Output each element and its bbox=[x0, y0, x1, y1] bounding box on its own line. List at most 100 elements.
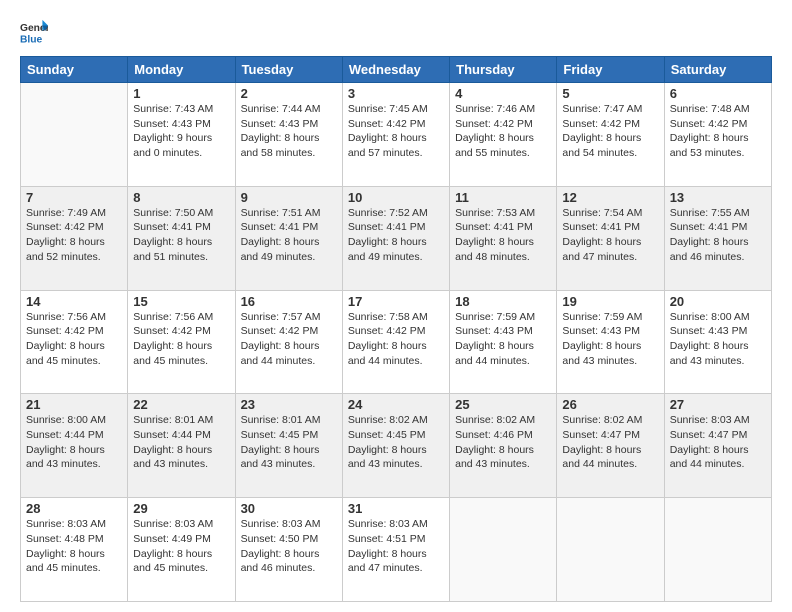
day-cell: 7Sunrise: 7:49 AM Sunset: 4:42 PM Daylig… bbox=[21, 186, 128, 290]
day-info: Sunrise: 7:59 AM Sunset: 4:43 PM Dayligh… bbox=[455, 310, 551, 369]
col-header-thursday: Thursday bbox=[450, 57, 557, 83]
day-info: Sunrise: 8:01 AM Sunset: 4:45 PM Dayligh… bbox=[241, 413, 337, 472]
day-cell: 17Sunrise: 7:58 AM Sunset: 4:42 PM Dayli… bbox=[342, 290, 449, 394]
day-cell: 28Sunrise: 8:03 AM Sunset: 4:48 PM Dayli… bbox=[21, 498, 128, 602]
day-number: 30 bbox=[241, 501, 337, 516]
col-header-friday: Friday bbox=[557, 57, 664, 83]
day-info: Sunrise: 7:54 AM Sunset: 4:41 PM Dayligh… bbox=[562, 206, 658, 265]
week-row-5: 28Sunrise: 8:03 AM Sunset: 4:48 PM Dayli… bbox=[21, 498, 772, 602]
day-cell: 21Sunrise: 8:00 AM Sunset: 4:44 PM Dayli… bbox=[21, 394, 128, 498]
day-cell: 31Sunrise: 8:03 AM Sunset: 4:51 PM Dayli… bbox=[342, 498, 449, 602]
day-cell bbox=[450, 498, 557, 602]
day-info: Sunrise: 8:03 AM Sunset: 4:51 PM Dayligh… bbox=[348, 517, 444, 576]
day-cell: 24Sunrise: 8:02 AM Sunset: 4:45 PM Dayli… bbox=[342, 394, 449, 498]
logo-icon: General Blue bbox=[20, 18, 48, 46]
day-info: Sunrise: 7:47 AM Sunset: 4:42 PM Dayligh… bbox=[562, 102, 658, 161]
day-info: Sunrise: 8:03 AM Sunset: 4:48 PM Dayligh… bbox=[26, 517, 122, 576]
day-cell bbox=[21, 83, 128, 187]
col-header-saturday: Saturday bbox=[664, 57, 771, 83]
day-number: 18 bbox=[455, 294, 551, 309]
header: General Blue bbox=[20, 18, 772, 46]
day-number: 3 bbox=[348, 86, 444, 101]
day-cell: 3Sunrise: 7:45 AM Sunset: 4:42 PM Daylig… bbox=[342, 83, 449, 187]
day-number: 4 bbox=[455, 86, 551, 101]
logo: General Blue bbox=[20, 18, 48, 46]
col-header-monday: Monday bbox=[128, 57, 235, 83]
col-header-wednesday: Wednesday bbox=[342, 57, 449, 83]
header-row: SundayMondayTuesdayWednesdayThursdayFrid… bbox=[21, 57, 772, 83]
day-info: Sunrise: 8:00 AM Sunset: 4:43 PM Dayligh… bbox=[670, 310, 766, 369]
day-number: 31 bbox=[348, 501, 444, 516]
day-info: Sunrise: 8:03 AM Sunset: 4:49 PM Dayligh… bbox=[133, 517, 229, 576]
day-cell: 16Sunrise: 7:57 AM Sunset: 4:42 PM Dayli… bbox=[235, 290, 342, 394]
day-cell: 29Sunrise: 8:03 AM Sunset: 4:49 PM Dayli… bbox=[128, 498, 235, 602]
day-number: 12 bbox=[562, 190, 658, 205]
day-cell: 1Sunrise: 7:43 AM Sunset: 4:43 PM Daylig… bbox=[128, 83, 235, 187]
day-number: 15 bbox=[133, 294, 229, 309]
day-info: Sunrise: 7:44 AM Sunset: 4:43 PM Dayligh… bbox=[241, 102, 337, 161]
day-cell bbox=[664, 498, 771, 602]
day-cell: 9Sunrise: 7:51 AM Sunset: 4:41 PM Daylig… bbox=[235, 186, 342, 290]
day-info: Sunrise: 7:56 AM Sunset: 4:42 PM Dayligh… bbox=[133, 310, 229, 369]
day-number: 17 bbox=[348, 294, 444, 309]
day-number: 6 bbox=[670, 86, 766, 101]
day-number: 9 bbox=[241, 190, 337, 205]
day-number: 28 bbox=[26, 501, 122, 516]
day-info: Sunrise: 7:43 AM Sunset: 4:43 PM Dayligh… bbox=[133, 102, 229, 161]
day-number: 2 bbox=[241, 86, 337, 101]
day-number: 27 bbox=[670, 397, 766, 412]
day-number: 16 bbox=[241, 294, 337, 309]
day-info: Sunrise: 8:01 AM Sunset: 4:44 PM Dayligh… bbox=[133, 413, 229, 472]
day-cell: 12Sunrise: 7:54 AM Sunset: 4:41 PM Dayli… bbox=[557, 186, 664, 290]
week-row-3: 14Sunrise: 7:56 AM Sunset: 4:42 PM Dayli… bbox=[21, 290, 772, 394]
day-cell: 23Sunrise: 8:01 AM Sunset: 4:45 PM Dayli… bbox=[235, 394, 342, 498]
day-cell: 25Sunrise: 8:02 AM Sunset: 4:46 PM Dayli… bbox=[450, 394, 557, 498]
day-number: 7 bbox=[26, 190, 122, 205]
day-cell: 30Sunrise: 8:03 AM Sunset: 4:50 PM Dayli… bbox=[235, 498, 342, 602]
day-number: 22 bbox=[133, 397, 229, 412]
day-number: 13 bbox=[670, 190, 766, 205]
week-row-2: 7Sunrise: 7:49 AM Sunset: 4:42 PM Daylig… bbox=[21, 186, 772, 290]
week-row-4: 21Sunrise: 8:00 AM Sunset: 4:44 PM Dayli… bbox=[21, 394, 772, 498]
day-info: Sunrise: 7:46 AM Sunset: 4:42 PM Dayligh… bbox=[455, 102, 551, 161]
day-info: Sunrise: 7:50 AM Sunset: 4:41 PM Dayligh… bbox=[133, 206, 229, 265]
calendar-page: General Blue SundayMondayTuesdayWednesda… bbox=[0, 0, 792, 612]
day-info: Sunrise: 8:02 AM Sunset: 4:45 PM Dayligh… bbox=[348, 413, 444, 472]
day-info: Sunrise: 7:56 AM Sunset: 4:42 PM Dayligh… bbox=[26, 310, 122, 369]
day-cell: 13Sunrise: 7:55 AM Sunset: 4:41 PM Dayli… bbox=[664, 186, 771, 290]
day-cell: 27Sunrise: 8:03 AM Sunset: 4:47 PM Dayli… bbox=[664, 394, 771, 498]
day-cell: 22Sunrise: 8:01 AM Sunset: 4:44 PM Dayli… bbox=[128, 394, 235, 498]
day-cell: 4Sunrise: 7:46 AM Sunset: 4:42 PM Daylig… bbox=[450, 83, 557, 187]
day-number: 20 bbox=[670, 294, 766, 309]
day-number: 25 bbox=[455, 397, 551, 412]
day-info: Sunrise: 8:02 AM Sunset: 4:47 PM Dayligh… bbox=[562, 413, 658, 472]
day-cell: 5Sunrise: 7:47 AM Sunset: 4:42 PM Daylig… bbox=[557, 83, 664, 187]
svg-text:Blue: Blue bbox=[20, 34, 43, 45]
day-info: Sunrise: 7:53 AM Sunset: 4:41 PM Dayligh… bbox=[455, 206, 551, 265]
day-number: 26 bbox=[562, 397, 658, 412]
week-row-1: 1Sunrise: 7:43 AM Sunset: 4:43 PM Daylig… bbox=[21, 83, 772, 187]
day-cell: 11Sunrise: 7:53 AM Sunset: 4:41 PM Dayli… bbox=[450, 186, 557, 290]
day-number: 23 bbox=[241, 397, 337, 412]
day-cell: 10Sunrise: 7:52 AM Sunset: 4:41 PM Dayli… bbox=[342, 186, 449, 290]
day-info: Sunrise: 7:59 AM Sunset: 4:43 PM Dayligh… bbox=[562, 310, 658, 369]
day-number: 8 bbox=[133, 190, 229, 205]
day-number: 11 bbox=[455, 190, 551, 205]
col-header-tuesday: Tuesday bbox=[235, 57, 342, 83]
day-info: Sunrise: 7:57 AM Sunset: 4:42 PM Dayligh… bbox=[241, 310, 337, 369]
day-number: 19 bbox=[562, 294, 658, 309]
day-cell: 2Sunrise: 7:44 AM Sunset: 4:43 PM Daylig… bbox=[235, 83, 342, 187]
day-info: Sunrise: 8:02 AM Sunset: 4:46 PM Dayligh… bbox=[455, 413, 551, 472]
day-cell: 15Sunrise: 7:56 AM Sunset: 4:42 PM Dayli… bbox=[128, 290, 235, 394]
day-info: Sunrise: 7:55 AM Sunset: 4:41 PM Dayligh… bbox=[670, 206, 766, 265]
day-info: Sunrise: 7:45 AM Sunset: 4:42 PM Dayligh… bbox=[348, 102, 444, 161]
day-cell: 8Sunrise: 7:50 AM Sunset: 4:41 PM Daylig… bbox=[128, 186, 235, 290]
day-info: Sunrise: 8:00 AM Sunset: 4:44 PM Dayligh… bbox=[26, 413, 122, 472]
day-cell: 20Sunrise: 8:00 AM Sunset: 4:43 PM Dayli… bbox=[664, 290, 771, 394]
day-info: Sunrise: 7:52 AM Sunset: 4:41 PM Dayligh… bbox=[348, 206, 444, 265]
day-number: 21 bbox=[26, 397, 122, 412]
day-number: 10 bbox=[348, 190, 444, 205]
day-info: Sunrise: 7:49 AM Sunset: 4:42 PM Dayligh… bbox=[26, 206, 122, 265]
day-cell: 6Sunrise: 7:48 AM Sunset: 4:42 PM Daylig… bbox=[664, 83, 771, 187]
day-cell: 14Sunrise: 7:56 AM Sunset: 4:42 PM Dayli… bbox=[21, 290, 128, 394]
